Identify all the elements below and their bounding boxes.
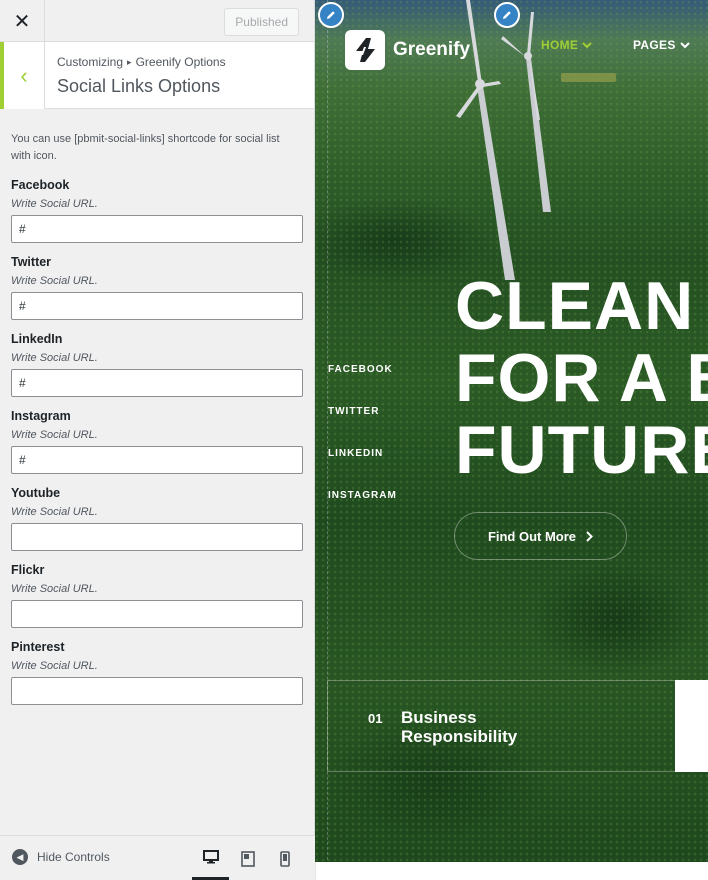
- chevron-down-icon: [582, 41, 592, 48]
- field-label: Twitter: [11, 255, 52, 269]
- field-label: Facebook: [11, 178, 70, 192]
- mobile-icon: [279, 850, 290, 867]
- field-linkedin: LinkedIn Write Social URL.: [11, 332, 303, 397]
- social-link-twitter[interactable]: TWITTER: [328, 406, 397, 448]
- youtube-url-input[interactable]: [11, 523, 303, 551]
- section-header: ‹ Customizing ▸ Greenify Options Social Li…: [0, 42, 314, 109]
- linkedin-url-input[interactable]: [11, 369, 303, 397]
- field-label: Pinterest: [11, 640, 65, 654]
- flickr-url-input[interactable]: [11, 600, 303, 628]
- find-out-more-button[interactable]: Find Out More: [454, 512, 627, 560]
- logo-text: Greenify: [393, 39, 471, 60]
- twitter-url-input[interactable]: [11, 292, 303, 320]
- facebook-url-input[interactable]: [11, 215, 303, 243]
- field-youtube: Youtube Write Social URL.: [11, 486, 303, 551]
- field-flickr: Flickr Write Social URL.: [11, 563, 303, 628]
- field-label: Flickr: [11, 563, 45, 577]
- breadcrumb-parent: Customizing: [57, 55, 124, 69]
- collapse-icon: ◀: [12, 849, 28, 865]
- breadcrumb: Customizing ▸ Greenify Options: [57, 55, 226, 69]
- breadcrumb-current: Greenify Options: [135, 55, 226, 69]
- field-hint: Write Social URL.: [11, 583, 98, 595]
- headline-line-3: FUTURE: [455, 412, 708, 488]
- published-button[interactable]: Published: [224, 8, 299, 36]
- field-hint: Write Social URL.: [11, 429, 98, 441]
- section-title: Social Links Options: [57, 76, 221, 96]
- field-pinterest: Pinterest Write Social URL.: [11, 640, 303, 705]
- headline-line-2: FOR A B: [455, 340, 708, 416]
- desktop-preview-button[interactable]: [192, 836, 229, 880]
- feature-card: 01 Business Responsibility: [327, 680, 708, 772]
- nav-pages[interactable]: PAGES: [633, 38, 690, 52]
- pinterest-url-input[interactable]: [11, 677, 303, 705]
- chevron-down-icon: [679, 41, 690, 48]
- adjacent-feature-card: [675, 680, 708, 772]
- social-links-list: FACEBOOK TWITTER LINKEDIN INSTAGRAM: [328, 364, 397, 532]
- greenify-logo-icon: [345, 30, 385, 70]
- field-label: LinkedIn: [11, 332, 63, 346]
- social-link-linkedin[interactable]: LINKEDIN: [328, 448, 397, 490]
- field-hint: Write Social URL.: [11, 198, 98, 210]
- close-icon: ✕: [13, 10, 31, 33]
- field-label: Youtube: [11, 486, 61, 500]
- social-links-panel: You can use [pbmit-social-links] shortco…: [0, 109, 314, 705]
- nav-home[interactable]: HOME: [541, 38, 592, 52]
- panel-description: You can use [pbmit-social-links] shortco…: [11, 133, 280, 162]
- customizer-topbar: ✕ Published: [0, 0, 314, 42]
- nav-home-label: HOME: [541, 38, 579, 52]
- site-preview: Greenify HOME PAGES CLEAN FOR A B FUTURE…: [315, 0, 708, 880]
- pencil-icon: [327, 11, 335, 19]
- site-logo[interactable]: Greenify: [345, 30, 470, 70]
- field-hint: Write Social URL.: [11, 660, 98, 672]
- back-button[interactable]: ‹: [0, 42, 45, 109]
- social-link-facebook[interactable]: FACEBOOK: [328, 364, 397, 406]
- instagram-url-input[interactable]: [11, 446, 303, 474]
- chevron-right-icon: [586, 530, 593, 542]
- cta-label: Find Out More: [487, 528, 577, 544]
- field-label: Instagram: [11, 409, 71, 423]
- pencil-icon: [503, 11, 511, 19]
- desktop-icon: [202, 849, 219, 863]
- breadcrumb-separator-icon: ▸: [127, 57, 132, 67]
- field-hint: Write Social URL.: [11, 275, 98, 287]
- page-bottom-strip: [315, 862, 708, 880]
- hide-controls-label: Hide Controls: [37, 850, 110, 864]
- headline-line-1: CLEAN: [455, 268, 695, 344]
- edit-shortcut-header-button[interactable]: [318, 2, 344, 28]
- hide-controls-button[interactable]: ◀ Hide Controls: [12, 849, 110, 865]
- field-twitter: Twitter Write Social URL.: [11, 255, 303, 320]
- close-customizer-button[interactable]: ✕: [0, 0, 45, 42]
- field-facebook: Facebook Write Social URL.: [11, 178, 303, 243]
- customizer-sidebar: ✕ Published ‹ Customizing ▸ Greenify Optio…: [0, 0, 315, 880]
- feature-title: Business Responsibility: [401, 708, 518, 746]
- chevron-left-icon: ‹: [20, 62, 28, 88]
- customizer-footer: ◀ Hide Controls: [0, 835, 315, 880]
- mobile-preview-button[interactable]: [266, 836, 303, 880]
- nav-pages-label: PAGES: [633, 38, 676, 52]
- edit-shortcut-menu-button[interactable]: [494, 2, 520, 28]
- field-hint: Write Social URL.: [11, 352, 98, 364]
- tablet-icon: [240, 850, 255, 867]
- feature-number: 01: [368, 711, 383, 726]
- device-preview-switcher: [192, 836, 303, 880]
- hero-headline: CLEAN FOR A B FUTURE: [455, 270, 708, 486]
- field-hint: Write Social URL.: [11, 506, 98, 518]
- social-link-instagram[interactable]: INSTAGRAM: [328, 490, 397, 532]
- field-instagram: Instagram Write Social URL.: [11, 409, 303, 474]
- tablet-preview-button[interactable]: [229, 836, 266, 880]
